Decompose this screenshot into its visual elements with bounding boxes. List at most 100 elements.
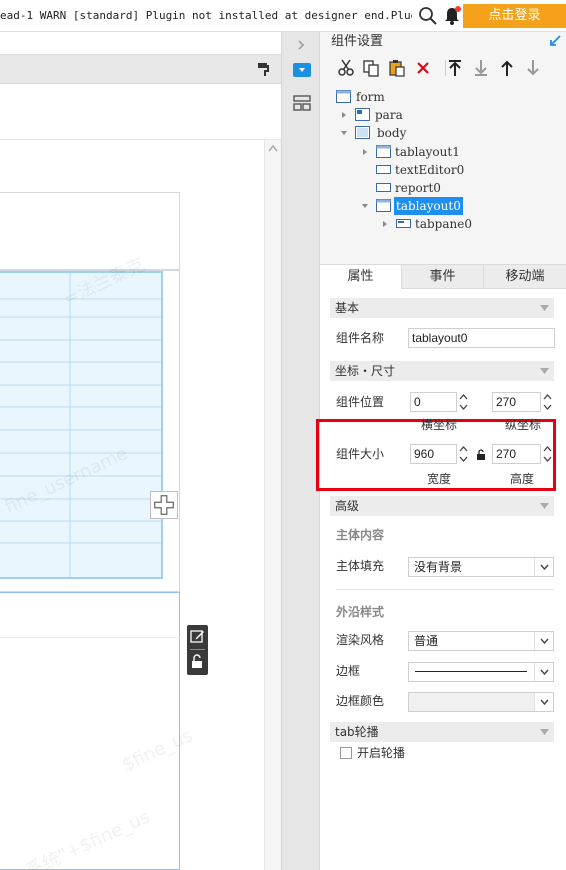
caret-right-icon[interactable] — [340, 111, 348, 119]
tree-node-label: textEditor0 — [395, 163, 465, 177]
move-handle-icon[interactable] — [150, 491, 178, 519]
x-stepper-icon[interactable] — [457, 392, 470, 412]
tabpane-icon — [396, 219, 411, 228]
section-title: 高级 — [335, 499, 360, 513]
cut-icon[interactable] — [337, 59, 355, 77]
widget-toolbar — [328, 56, 558, 80]
section-position-header[interactable]: 坐标・尺寸 — [330, 361, 554, 381]
move-up-icon[interactable] — [498, 59, 516, 77]
y-stepper-icon[interactable] — [541, 392, 554, 412]
properties-content: 基本 组件名称 tablayout0 坐标・尺寸 组件位置 0 270 横坐标 … — [316, 289, 566, 870]
enable-carousel-checkbox[interactable] — [340, 747, 352, 759]
designer-ruler — [0, 84, 281, 140]
unlock-ratio-icon[interactable] — [476, 449, 486, 461]
border-label: 边框 — [336, 664, 361, 678]
render-style-label: 渲染风格 — [336, 633, 385, 647]
table-gridlines — [0, 273, 161, 577]
collapse-panel-icon[interactable] — [549, 35, 561, 47]
para-icon — [355, 108, 370, 121]
border-color-picker[interactable] — [408, 692, 554, 712]
texteditor-icon — [376, 165, 391, 174]
position-label: 组件位置 — [336, 395, 385, 409]
report-icon — [376, 183, 391, 192]
border-style-select[interactable] — [408, 662, 554, 682]
tab-events[interactable]: 事件 — [402, 265, 484, 289]
border-color-label: 边框颜色 — [336, 694, 385, 708]
paste-icon[interactable] — [388, 59, 406, 77]
chevron-down-icon — [540, 368, 549, 374]
render-style-select[interactable]: 普通 — [408, 631, 554, 651]
scroll-up-icon[interactable] — [268, 144, 278, 152]
select-value: 普通 — [414, 634, 439, 648]
caret-right-icon[interactable] — [361, 148, 369, 156]
chevron-right-icon[interactable] — [297, 40, 305, 50]
tree-node-label: form — [356, 90, 385, 104]
dropdown-arrow-icon — [534, 693, 553, 711]
designer-scrollbar[interactable] — [264, 140, 281, 870]
login-button[interactable]: 点击登录 — [463, 4, 566, 28]
side-toggle-strip — [281, 32, 320, 870]
section-title: tab轮播 — [335, 725, 379, 739]
outer-style-heading: 外沿样式 — [336, 605, 385, 619]
caret-down-icon[interactable] — [340, 129, 348, 137]
tree-node-label: tablayout1 — [395, 145, 460, 159]
body-content-heading: 主体内容 — [336, 528, 385, 542]
caret-down-icon[interactable] — [361, 202, 369, 210]
property-tabs: 属性 事件 移动端 — [320, 264, 566, 289]
widget-edit-toolbar — [187, 625, 208, 675]
tablayout1-widget[interactable] — [0, 270, 180, 592]
top-bar: ead-1 WARN [standard] Plugin not install… — [0, 0, 566, 32]
copy-icon[interactable] — [362, 59, 380, 77]
form-canvas[interactable]: =法兰泰克 fine_username $fine_us 系统"+$fine_u… — [0, 140, 264, 870]
tree-node-report0[interactable]: report0 — [376, 179, 496, 197]
tab-mobile[interactable]: 移动端 — [484, 265, 566, 289]
unlock-icon[interactable] — [190, 654, 205, 669]
y-caption: 纵坐标 — [505, 418, 542, 432]
edit-icon[interactable] — [190, 629, 205, 644]
designer-area: =法兰泰克 fine_username $fine_us 系统"+$fine_u… — [0, 32, 281, 870]
report-widget[interactable] — [0, 192, 180, 270]
panel-title: 组件设置 — [331, 34, 384, 49]
tree-node-form[interactable]: form — [336, 88, 436, 106]
section-carousel-header[interactable]: tab轮播 — [330, 722, 554, 742]
body-icon — [355, 126, 370, 139]
tree-node-body[interactable]: body — [340, 124, 440, 142]
width-input[interactable]: 960 — [410, 444, 457, 464]
move-bottom-icon[interactable] — [472, 59, 490, 77]
tablayout-icon — [376, 145, 391, 158]
section-advanced-header[interactable]: 高级 — [330, 496, 554, 516]
log-message: ead-1 WARN [standard] Plugin not install… — [0, 9, 412, 22]
height-stepper-icon[interactable] — [541, 444, 554, 464]
widget-settings-icon[interactable] — [293, 63, 311, 77]
component-name-input[interactable]: tablayout0 — [408, 328, 555, 348]
delete-icon[interactable] — [414, 59, 432, 77]
tree-node-label: para — [375, 108, 403, 122]
divider — [336, 589, 554, 590]
layout-icon[interactable] — [293, 95, 311, 111]
y-coordinate-input[interactable]: 270 — [492, 392, 541, 412]
x-coordinate-input[interactable]: 0 — [410, 392, 457, 412]
tab-properties[interactable]: 属性 — [320, 265, 402, 289]
tree-node-texteditor0[interactable]: textEditor0 — [376, 161, 496, 179]
height-input[interactable]: 270 — [492, 444, 541, 464]
tree-node-tabpane0[interactable]: tabpane0 — [381, 215, 501, 233]
tree-node-tablayout1[interactable]: tablayout1 — [361, 143, 481, 161]
section-basic-header[interactable]: 基本 — [330, 298, 554, 318]
format-brush-icon[interactable] — [257, 62, 271, 76]
tree-node-label: tablayout0 — [394, 197, 463, 215]
table-grid — [0, 271, 163, 579]
tree-node-para[interactable]: para — [340, 106, 440, 124]
section-title: 坐标・尺寸 — [335, 364, 396, 378]
move-top-icon[interactable] — [446, 59, 464, 77]
properties-panel: 组件设置 form para body tablayout1 textEdito… — [316, 32, 566, 870]
tree-node-tablayout0[interactable]: tablayout0 — [361, 197, 481, 215]
body-fill-select[interactable]: 没有背景 — [408, 557, 554, 577]
search-icon[interactable] — [418, 6, 438, 26]
form-icon — [336, 90, 351, 103]
tree-node-label: body — [377, 126, 407, 140]
chevron-down-icon — [540, 305, 549, 311]
size-label: 组件大小 — [336, 447, 385, 461]
caret-right-icon[interactable] — [381, 220, 389, 228]
width-stepper-icon[interactable] — [457, 444, 470, 464]
move-down-icon[interactable] — [524, 59, 542, 77]
